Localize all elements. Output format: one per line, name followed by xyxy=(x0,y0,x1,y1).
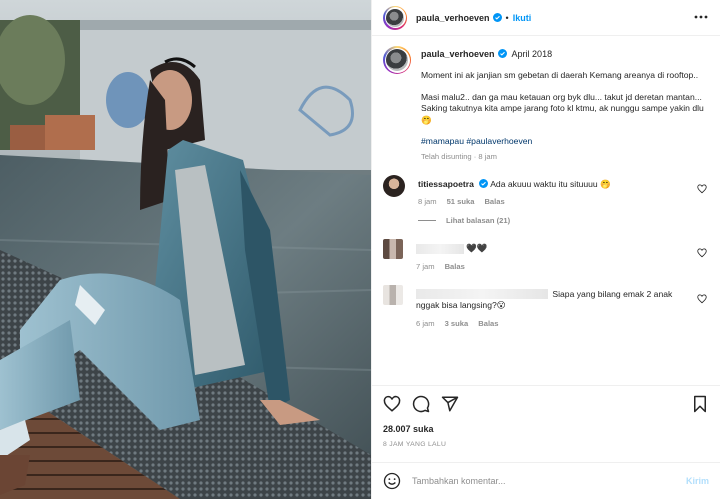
comment-likes[interactable]: 3 suka xyxy=(445,319,469,328)
post-photo[interactable] xyxy=(0,0,371,499)
comment-text: Ada akuuu waktu itu situuuu 🤭 xyxy=(490,178,611,189)
commenter-avatar[interactable] xyxy=(383,239,403,259)
post-time-ago: 8 JAM YANG LALU xyxy=(383,441,447,448)
commenter-username-blurred[interactable] xyxy=(416,243,464,254)
comment-time: 8 jam xyxy=(418,197,437,206)
commenter-avatar[interactable] xyxy=(383,284,403,305)
post-photo-illustration xyxy=(0,0,371,499)
more-options-icon[interactable] xyxy=(694,10,708,24)
comment-line: titiessapoetra Ada akuuu waktu itu situu… xyxy=(418,175,709,191)
reply-button[interactable]: Balas xyxy=(478,319,498,328)
comment-meta: 7 jam Balas xyxy=(416,262,709,271)
caption-hashtags[interactable]: #mamapau #paulaverhoeven xyxy=(421,136,709,148)
comment-item: Siapa yang bilang emak 2 anak nggak bisa… xyxy=(383,284,709,328)
comment-line: 🖤🖤 xyxy=(416,239,709,255)
reply-button[interactable]: Balas xyxy=(484,197,504,206)
verified-badge-icon xyxy=(492,13,502,22)
save-bookmark-icon[interactable] xyxy=(691,395,709,413)
add-comment-bar: Kirim xyxy=(372,462,720,499)
comment-like-heart-icon[interactable] xyxy=(697,184,707,194)
reply-button[interactable]: Balas xyxy=(445,262,465,271)
author-username[interactable]: paula_verhoeven xyxy=(416,13,490,23)
post-modal: paula_verhoeven • Ikuti paula_verhoeven xyxy=(0,0,720,499)
follow-button[interactable]: Ikuti xyxy=(513,13,532,23)
comment-time: 7 jam xyxy=(416,261,435,271)
post-header: paula_verhoeven • Ikuti xyxy=(372,0,720,36)
caption-meta: Telah disunting · 8 jam xyxy=(421,151,497,161)
commenter-username[interactable]: titiessapoetra xyxy=(418,179,474,189)
post-comment-button[interactable]: Kirim xyxy=(686,476,709,486)
author-avatar[interactable] xyxy=(383,5,407,30)
commenter-username-blurred[interactable] xyxy=(416,289,548,300)
caption-paragraph: Moment ini ak janjian sm gebetan di daer… xyxy=(421,70,699,80)
post-actions: 28.007 suka 8 JAM YANG LALU xyxy=(372,385,720,448)
comment-meta: 8 jam 51 suka Balas xyxy=(418,197,709,206)
comment-time: 6 jam xyxy=(416,318,435,328)
comment-meta: 6 jam 3 suka Balas xyxy=(416,319,709,328)
comment-input[interactable] xyxy=(412,476,686,486)
like-heart-icon[interactable] xyxy=(383,395,401,413)
comment-item: titiessapoetra Ada akuuu waktu itu situu… xyxy=(383,174,709,206)
likes-count[interactable]: 28.007 suka xyxy=(383,424,709,434)
comment-text: 🖤🖤 xyxy=(466,243,488,253)
comments-section[interactable]: paula_verhoeven April 2018 Moment ini ak… xyxy=(372,37,720,385)
comment-like-heart-icon[interactable] xyxy=(697,248,707,258)
action-icons xyxy=(383,386,709,422)
header-separator: • xyxy=(505,12,509,23)
caption-date: April 2018 xyxy=(511,48,553,59)
verified-badge-icon xyxy=(497,49,507,58)
view-replies-button[interactable]: Lihat balasan (21) xyxy=(418,216,709,225)
verified-badge-icon xyxy=(479,178,489,188)
caption-avatar[interactable] xyxy=(383,46,411,74)
comment-likes[interactable]: 51 suka xyxy=(447,197,475,206)
comment-line: Siapa yang bilang emak 2 anak nggak bisa… xyxy=(416,285,709,312)
share-send-icon[interactable] xyxy=(441,395,459,413)
caption-paragraph: Masi malu2.. dan ga mau ketauan org byk … xyxy=(421,91,704,125)
comment-bubble-icon[interactable] xyxy=(412,395,430,413)
comment-like-heart-icon[interactable] xyxy=(697,294,707,304)
emoji-icon[interactable] xyxy=(383,472,401,490)
commenter-avatar[interactable] xyxy=(383,174,405,197)
caption-username[interactable]: paula_verhoeven xyxy=(421,49,495,59)
comment-item: 🖤🖤 7 jam Balas xyxy=(383,239,709,271)
post-panel: paula_verhoeven • Ikuti paula_verhoeven xyxy=(371,0,720,499)
caption-text: Moment ini ak janjian sm gebetan di daer… xyxy=(421,70,709,148)
post-caption: paula_verhoeven April 2018 Moment ini ak… xyxy=(383,37,709,161)
